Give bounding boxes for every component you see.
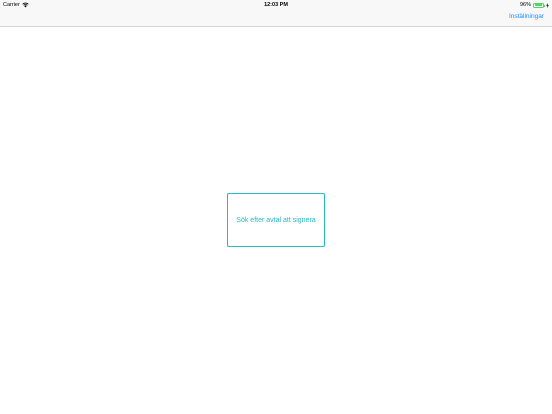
status-clock: 12:03 PM xyxy=(264,2,288,8)
app-screen: Carrier 12:03 PM 96% Inställningar Sök e… xyxy=(0,0,552,414)
search-agreements-button[interactable]: Sök efter avtal att signera xyxy=(227,193,325,247)
status-bar: Carrier 12:03 PM 96% xyxy=(0,0,552,10)
battery-group: 96% xyxy=(520,2,549,8)
battery-icon xyxy=(533,2,545,8)
battery-tip xyxy=(543,4,545,7)
battery-fill xyxy=(534,4,543,6)
charging-bolt-icon xyxy=(546,2,549,8)
settings-button[interactable]: Inställningar xyxy=(509,13,544,21)
battery-percent: 96% xyxy=(519,2,531,8)
navigation-bar: Inställningar xyxy=(0,10,552,27)
